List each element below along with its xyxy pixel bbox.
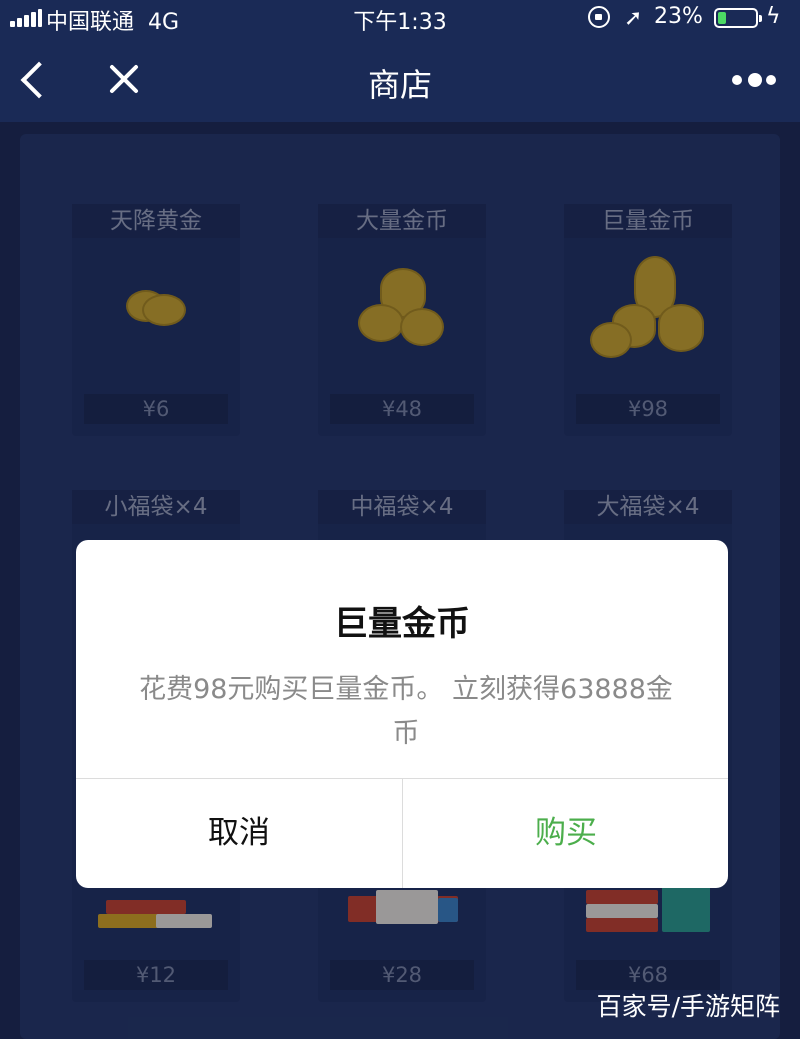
top-bar: 中国联通 4G 下午1:33 ➚ 23% ϟ 商店 [0,0,800,122]
status-icons: ➚ 23% ϟ [588,4,788,32]
watermark: 百家号/手游矩阵 [596,992,780,1021]
purchase-dialog: 巨量金币 花费98元购买巨量金币。 立刻获得63888金币 取消 购买 [76,540,728,888]
nav-bar: 商店 [0,36,800,122]
location-arrow-icon: ➚ [624,6,643,31]
rotation-lock-icon [588,6,610,28]
charging-icon: ϟ [766,4,781,29]
page-title: 商店 [367,66,432,104]
dialog-message: 花费98元购买巨量金币。 立刻获得63888金币 [139,674,673,749]
more-options-button[interactable] [732,70,780,90]
battery-percent: 23% [654,4,703,29]
status-bar: 中国联通 4G 下午1:33 ➚ 23% ϟ [0,0,800,36]
battery-icon [714,8,762,28]
cancel-button[interactable]: 取消 [76,779,402,888]
dialog-title: 巨量金币 [334,604,470,644]
buy-button[interactable]: 购买 [403,779,728,888]
